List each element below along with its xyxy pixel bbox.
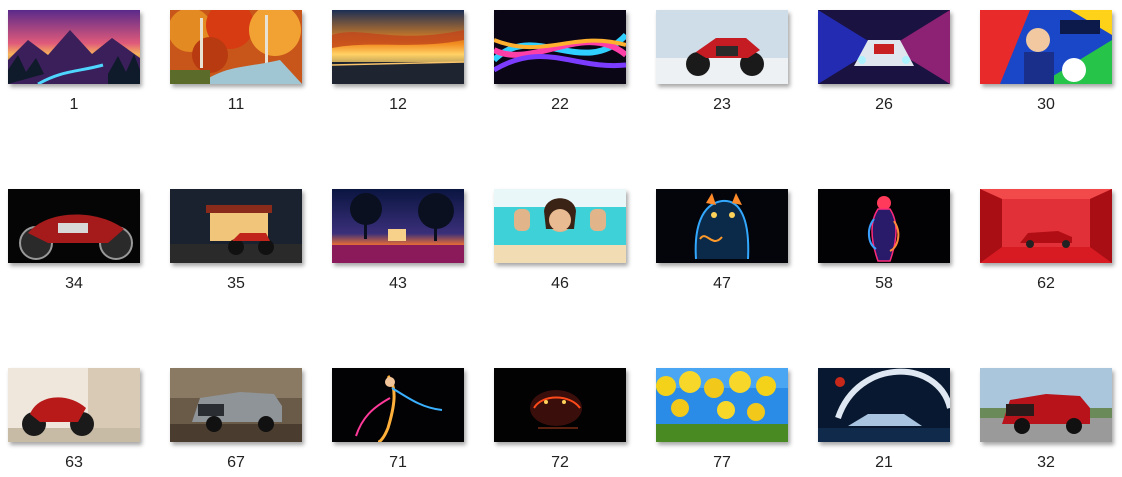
thumbnail-image bbox=[170, 368, 302, 442]
file-item[interactable]: 47 bbox=[656, 189, 790, 292]
thumbnail-image bbox=[494, 10, 626, 84]
file-name: 67 bbox=[227, 454, 245, 471]
file-name: 32 bbox=[1037, 454, 1055, 471]
file-item[interactable]: 58 bbox=[818, 189, 952, 292]
file-item[interactable]: 77 bbox=[656, 368, 790, 471]
file-name: 30 bbox=[1037, 96, 1055, 113]
file-name: 34 bbox=[65, 275, 83, 292]
thumbnail-image bbox=[494, 368, 626, 442]
thumbnail-image bbox=[332, 368, 464, 442]
file-item[interactable]: 67 bbox=[170, 368, 304, 471]
file-name: 21 bbox=[875, 454, 893, 471]
file-item[interactable]: 62 bbox=[980, 189, 1114, 292]
file-item[interactable]: 63 bbox=[8, 368, 142, 471]
file-name: 47 bbox=[713, 275, 731, 292]
file-item[interactable]: 22 bbox=[494, 10, 628, 113]
file-name: 43 bbox=[389, 275, 407, 292]
file-name: 26 bbox=[875, 96, 893, 113]
file-name: 71 bbox=[389, 454, 407, 471]
file-name: 72 bbox=[551, 454, 569, 471]
file-name: 63 bbox=[65, 454, 83, 471]
file-name: 58 bbox=[875, 275, 893, 292]
thumbnail-image bbox=[494, 189, 626, 263]
file-name: 12 bbox=[389, 96, 407, 113]
thumbnail-image bbox=[656, 10, 788, 84]
file-item[interactable]: 26 bbox=[818, 10, 952, 113]
file-grid: 1 11 12 22 23 26 30 34 35 43 46 47 58 62… bbox=[0, 0, 1122, 477]
file-name: 11 bbox=[227, 96, 245, 113]
file-item[interactable]: 30 bbox=[980, 10, 1114, 113]
thumbnail-image bbox=[980, 10, 1112, 84]
thumbnail-image bbox=[980, 368, 1112, 442]
thumbnail-image bbox=[8, 189, 140, 263]
file-name: 62 bbox=[1037, 275, 1055, 292]
file-item[interactable]: 35 bbox=[170, 189, 304, 292]
thumbnail-image bbox=[980, 189, 1112, 263]
thumbnail-image bbox=[170, 10, 302, 84]
thumbnail-image bbox=[332, 10, 464, 84]
file-name: 35 bbox=[227, 275, 245, 292]
thumbnail-image bbox=[818, 368, 950, 442]
file-item[interactable]: 46 bbox=[494, 189, 628, 292]
thumbnail-image bbox=[170, 189, 302, 263]
thumbnail-image bbox=[818, 189, 950, 263]
file-item[interactable]: 32 bbox=[980, 368, 1114, 471]
thumbnail-image bbox=[8, 10, 140, 84]
file-item[interactable]: 21 bbox=[818, 368, 952, 471]
file-item[interactable]: 11 bbox=[170, 10, 304, 113]
thumbnail-image bbox=[332, 189, 464, 263]
thumbnail-image bbox=[656, 189, 788, 263]
file-item[interactable]: 34 bbox=[8, 189, 142, 292]
file-item[interactable]: 72 bbox=[494, 368, 628, 471]
file-item[interactable]: 23 bbox=[656, 10, 790, 113]
file-item[interactable]: 43 bbox=[332, 189, 466, 292]
file-item[interactable]: 71 bbox=[332, 368, 466, 471]
file-item[interactable]: 12 bbox=[332, 10, 466, 113]
file-name: 22 bbox=[551, 96, 569, 113]
file-name: 46 bbox=[551, 275, 569, 292]
thumbnail-image bbox=[656, 368, 788, 442]
file-name: 1 bbox=[69, 96, 79, 113]
file-item[interactable]: 1 bbox=[8, 10, 142, 113]
thumbnail-image bbox=[8, 368, 140, 442]
file-name: 77 bbox=[713, 454, 731, 471]
thumbnail-image bbox=[818, 10, 950, 84]
file-name: 23 bbox=[713, 96, 731, 113]
